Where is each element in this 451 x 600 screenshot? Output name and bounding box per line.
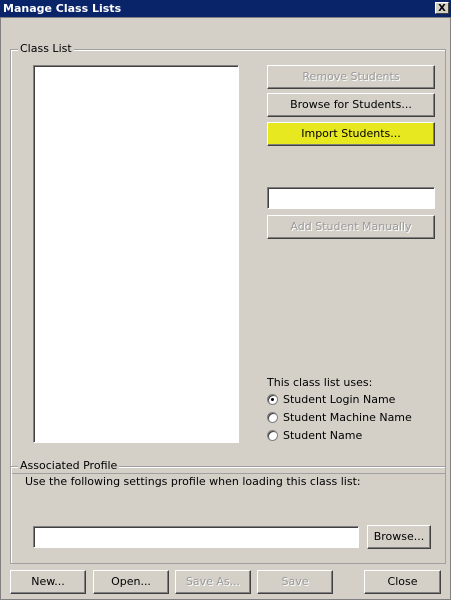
dialog-body: Class List Remove Students Browse for St… [0, 17, 451, 600]
browse-students-button[interactable]: Browse for Students... [267, 93, 435, 117]
class-list-legend: Class List [18, 42, 74, 55]
open-button[interactable]: Open... [93, 570, 169, 594]
close-button[interactable]: Close [364, 570, 441, 594]
save-button[interactable]: Save [257, 570, 333, 594]
associated-profile-group: Associated Profile Use the following set… [10, 459, 446, 564]
window-title: Manage Class Lists [3, 2, 122, 15]
radio-circle [267, 412, 278, 423]
new-button[interactable]: New... [10, 570, 86, 594]
radio-selected-dot [271, 398, 274, 401]
class-list-uses-label: This class list uses: [267, 376, 373, 389]
radio-label: Student Login Name [283, 393, 396, 406]
profile-browse-button[interactable]: Browse... [367, 525, 431, 549]
radio-circle [267, 394, 278, 405]
add-student-manually-button[interactable]: Add Student Manually [267, 215, 435, 239]
manual-student-input[interactable] [267, 187, 435, 209]
class-list-group: Class List Remove Students Browse for St… [10, 42, 446, 474]
radio-label: Student Machine Name [283, 411, 412, 424]
close-window-button[interactable]: X [435, 2, 449, 14]
title-bar: Manage Class Lists X [0, 0, 451, 17]
class-list-box[interactable] [33, 65, 239, 443]
associated-profile-legend: Associated Profile [18, 459, 120, 472]
radio-circle [267, 430, 278, 441]
save-as-button[interactable]: Save As... [175, 570, 251, 594]
remove-students-button[interactable]: Remove Students [267, 65, 435, 89]
radio-label: Student Name [283, 429, 363, 442]
import-students-button[interactable]: Import Students... [267, 122, 435, 146]
profile-description: Use the following settings profile when … [25, 475, 361, 488]
profile-path-input[interactable] [33, 526, 359, 548]
